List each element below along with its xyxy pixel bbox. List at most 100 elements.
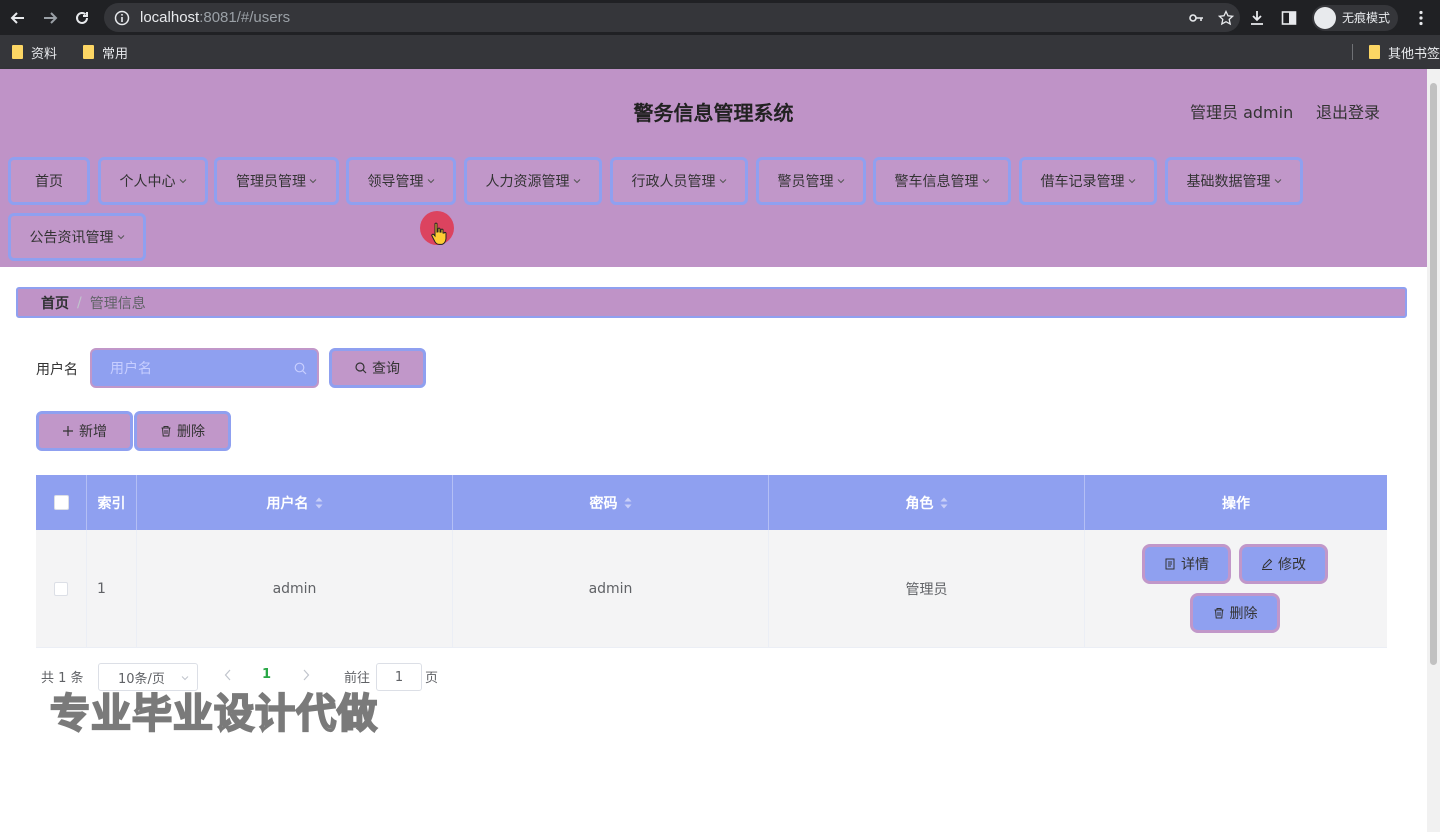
menu-item-label: 借车记录管理: [1040, 174, 1125, 190]
breadcrumb-current: 管理信息: [89, 295, 146, 312]
prev-page-icon[interactable]: [224, 669, 232, 681]
column-header-label: 密码: [589, 495, 618, 512]
search-input[interactable]: [110, 359, 290, 379]
reload-icon[interactable]: [66, 2, 98, 34]
batch-delete-label: 删除: [177, 424, 205, 440]
row-select-cell: [36, 530, 87, 648]
menu-item-admin-management[interactable]: 管理员管理: [214, 157, 339, 205]
cell-username: admin: [137, 530, 453, 648]
page-scrollbar[interactable]: [1427, 69, 1440, 832]
row-checkbox[interactable]: [54, 582, 68, 596]
folder-icon: [1369, 45, 1380, 59]
back-icon[interactable]: [2, 2, 34, 34]
chevron-down-icon: [309, 179, 317, 184]
app-page: 警务信息管理系统 管理员 admin 退出登录 首页 个人中心 管理员管理 领导…: [0, 69, 1427, 832]
column-header-role[interactable]: 角色: [769, 475, 1085, 530]
trash-icon: [161, 426, 171, 437]
other-bookmarks-label: 其他书签: [1388, 46, 1440, 62]
search-icon: [294, 362, 307, 375]
menu-item-car-loan-management[interactable]: 借车记录管理: [1019, 157, 1157, 205]
scrollbar-thumb[interactable]: [1430, 83, 1437, 665]
star-icon[interactable]: [1218, 9, 1234, 26]
bookmark-folder[interactable]: 资料: [12, 43, 57, 62]
incognito-icon: [1314, 6, 1336, 29]
select-all-checkbox[interactable]: [53, 495, 69, 510]
breadcrumb: 首页 / 管理信息: [16, 287, 1407, 318]
search-label: 用户名: [36, 362, 78, 378]
chevron-down-icon: [573, 179, 580, 184]
breadcrumb-home[interactable]: 首页: [41, 293, 69, 313]
menu-item-label: 基础数据管理: [1186, 174, 1271, 190]
menu-item-admin-staff-management[interactable]: 行政人员管理: [610, 157, 748, 205]
page-unit-label: 页: [425, 671, 439, 686]
chevron-down-icon: [427, 179, 434, 184]
bookmark-folder[interactable]: 常用: [83, 43, 128, 62]
menu-item-label: 管理员管理: [236, 174, 306, 190]
chevron-down-icon: [117, 235, 124, 240]
menu-item-label: 公告资讯管理: [29, 230, 114, 246]
select-all-cell: [36, 475, 87, 530]
search-field[interactable]: [90, 348, 319, 388]
cell-index: 1: [87, 530, 137, 648]
menu-item-personal-center[interactable]: 个人中心: [98, 157, 208, 205]
info-icon[interactable]: [114, 10, 130, 26]
download-icon[interactable]: [1248, 9, 1266, 27]
query-button[interactable]: 查询: [329, 348, 426, 388]
more-menu-icon[interactable]: [1412, 9, 1430, 27]
row-delete-button[interactable]: 删除: [1190, 593, 1280, 633]
sort-icon[interactable]: [624, 497, 632, 509]
sort-icon[interactable]: [315, 497, 323, 509]
current-page-number[interactable]: 1: [262, 667, 271, 682]
address-bar[interactable]: localhost:8081/#/users: [104, 3, 1240, 32]
menu-item-leader-management[interactable]: 领导管理: [346, 157, 456, 205]
menu-item-officer-management[interactable]: 警员管理: [756, 157, 866, 205]
bookmark-label: 常用: [102, 46, 129, 62]
watermark-text: 专业毕业设计代做: [49, 690, 378, 738]
detail-button[interactable]: 详情: [1142, 544, 1231, 584]
table-header: 索引 用户名 密码 角色 操作: [36, 475, 1387, 530]
folder-icon: [83, 45, 95, 59]
menu-item-label: 警车信息管理: [894, 174, 979, 190]
top-menu: 首页 个人中心 管理员管理 领导管理 人力资源管理 行政人员管理 警员管理 警车…: [0, 151, 1427, 267]
menu-item-home[interactable]: 首页: [8, 157, 90, 205]
menu-item-hr-management[interactable]: 人力资源管理: [464, 157, 602, 205]
bookmark-separator: [1352, 44, 1353, 60]
forward-icon[interactable]: [34, 2, 66, 34]
breadcrumb-separator: /: [77, 294, 82, 311]
side-panel-icon[interactable]: [1280, 9, 1298, 27]
edit-button[interactable]: 修改: [1239, 544, 1328, 584]
sort-icon[interactable]: [940, 497, 948, 509]
column-header-label: 索引: [97, 495, 126, 512]
cell-password: admin: [453, 530, 769, 648]
other-bookmarks[interactable]: 其他书签: [1369, 43, 1440, 62]
edit-button-label: 修改: [1278, 557, 1306, 573]
column-header-actions: 操作: [1085, 475, 1387, 530]
menu-item-label: 人力资源管理: [485, 174, 570, 190]
incognito-badge[interactable]: 无痕模式: [1312, 4, 1399, 31]
app-header: 警务信息管理系统 管理员 admin 退出登录: [0, 69, 1427, 151]
cell-role: 管理员: [769, 530, 1085, 648]
add-button[interactable]: 新增: [36, 411, 133, 451]
menu-item-label: 警员管理: [777, 174, 834, 190]
menu-item-notice-management[interactable]: 公告资讯管理: [8, 213, 146, 261]
incognito-label: 无痕模式: [1342, 11, 1391, 25]
menu-item-base-data-management[interactable]: 基础数据管理: [1165, 157, 1303, 205]
column-header-label: 角色: [905, 495, 934, 512]
chevron-down-icon: [837, 179, 844, 184]
batch-delete-button[interactable]: 删除: [134, 411, 231, 451]
table-row: 1 admin admin 管理员 详情 修改 删除: [36, 530, 1387, 648]
plus-icon: [63, 426, 73, 436]
next-page-icon[interactable]: [302, 669, 310, 681]
column-header-username[interactable]: 用户名: [137, 475, 453, 530]
menu-item-label: 个人中心: [119, 174, 176, 190]
key-icon[interactable]: [1188, 10, 1204, 26]
menu-item-label: 首页: [35, 174, 63, 190]
menu-item-police-car-management[interactable]: 警车信息管理: [873, 157, 1011, 205]
chevron-down-icon: [719, 179, 726, 184]
current-user: 管理员 admin: [1190, 103, 1294, 122]
goto-page-input[interactable]: 1: [376, 663, 422, 691]
bookmark-label: 资料: [31, 46, 58, 62]
logout-link[interactable]: 退出登录: [1316, 99, 1380, 123]
hand-cursor-icon: [431, 222, 447, 245]
column-header-password[interactable]: 密码: [453, 475, 769, 530]
